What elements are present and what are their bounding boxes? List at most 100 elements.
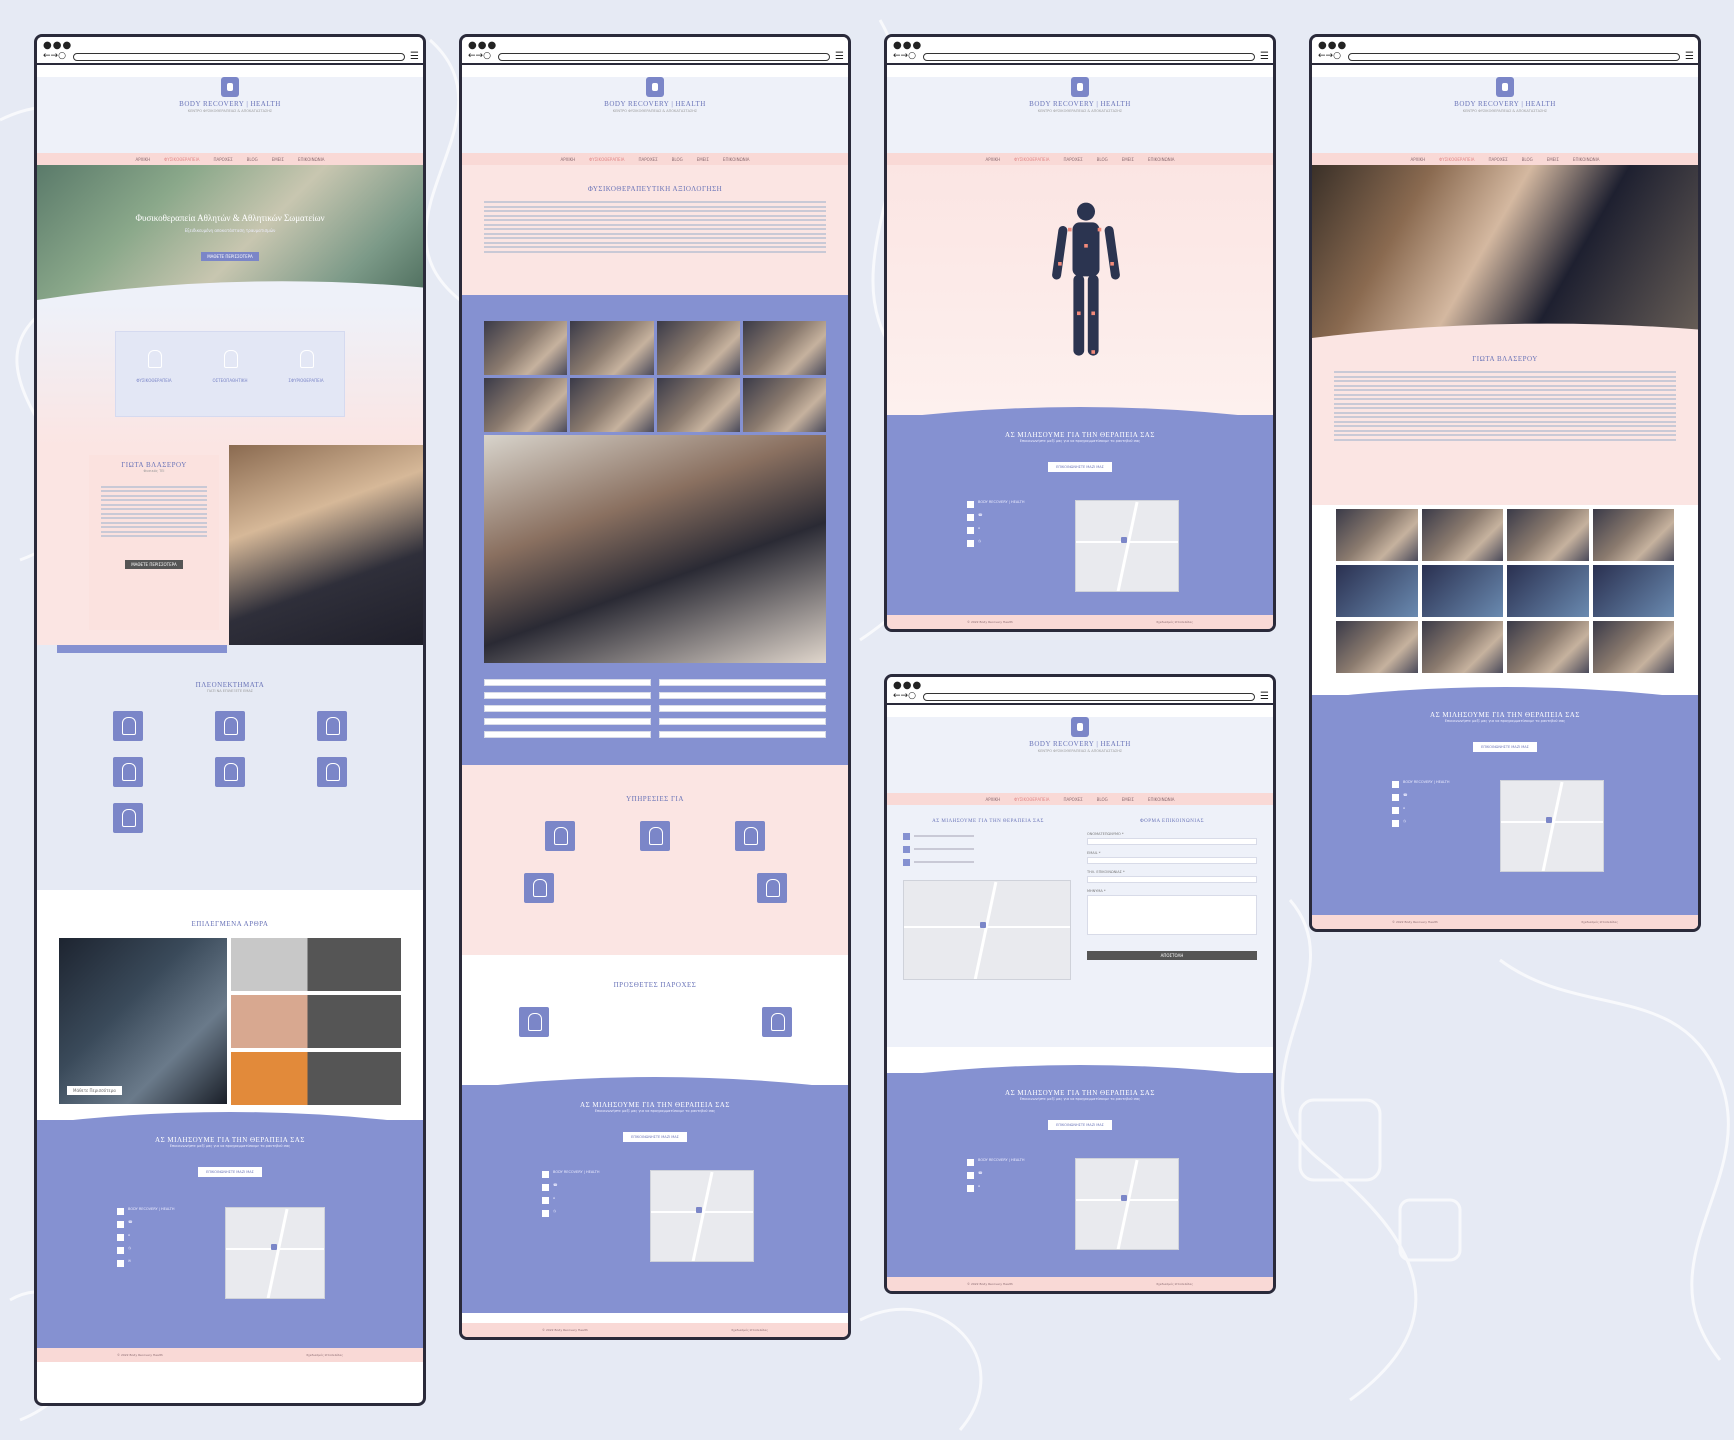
address-bar[interactable] bbox=[923, 53, 1255, 61]
gallery-image[interactable] bbox=[570, 321, 654, 375]
contact-button[interactable]: ΕΠΙΚΟΙΝΩΝΗΣΤΕ ΜΑΖΙ ΜΑΣ bbox=[623, 1132, 687, 1142]
accordion-item[interactable] bbox=[484, 705, 651, 712]
nav-item-home[interactable]: ΑΡΧΙΚΗ bbox=[560, 157, 575, 162]
contact-button[interactable]: ΕΠΙΚΟΙΝΩΝΗΣΤΕ ΜΑΖΙ ΜΑΣ bbox=[1473, 742, 1537, 752]
accordion-item[interactable] bbox=[659, 679, 826, 686]
email-field[interactable] bbox=[1087, 857, 1257, 864]
nav-item-blog[interactable]: BLOG bbox=[1097, 157, 1108, 162]
nav-item-about[interactable]: ΕΜΕΙΣ bbox=[697, 157, 709, 162]
gallery-image[interactable] bbox=[1421, 565, 1503, 617]
location-map[interactable] bbox=[1075, 1158, 1179, 1250]
menu-icon[interactable]: ☰ bbox=[410, 51, 419, 62]
nav-item-physio[interactable]: ΦΥΣΙΚΟΘΕΡΑΠΕΙΑ bbox=[1439, 157, 1474, 162]
menu-icon[interactable]: ☰ bbox=[1260, 51, 1269, 62]
gallery-image[interactable] bbox=[1336, 509, 1418, 561]
address-bar[interactable] bbox=[1348, 53, 1680, 61]
gallery-image[interactable] bbox=[1592, 565, 1674, 617]
nav-item-services[interactable]: ΠΑΡΟΧΕΣ bbox=[1064, 157, 1083, 162]
nav-item-about[interactable]: ΕΜΕΙΣ bbox=[1122, 797, 1134, 802]
nav-item-blog[interactable]: BLOG bbox=[247, 157, 258, 162]
nav-arrows-icon[interactable]: ←→○ bbox=[893, 691, 916, 701]
contact-button[interactable]: ΕΠΙΚΟΙΝΩΝΗΣΤΕ ΜΑΖΙ ΜΑΣ bbox=[1048, 462, 1112, 472]
logo-icon[interactable] bbox=[221, 77, 239, 97]
gallery-image[interactable] bbox=[1507, 509, 1589, 561]
map-pin-icon[interactable] bbox=[980, 922, 986, 928]
contact-button[interactable]: ΕΠΙΚΟΙΝΩΝΗΣΤΕ ΜΑΖΙ ΜΑΣ bbox=[1048, 1120, 1112, 1130]
location-map[interactable] bbox=[903, 880, 1071, 980]
footer-credit[interactable]: Σχεδιασμός Ιστοσελίδας bbox=[1156, 620, 1193, 624]
menu-icon[interactable]: ☰ bbox=[1260, 691, 1269, 702]
nav-item-physio[interactable]: ΦΥΣΙΚΟΘΕΡΑΠΕΙΑ bbox=[164, 157, 199, 162]
footer-credit[interactable]: Σχεδιασμός Ιστοσελίδας bbox=[731, 1328, 768, 1332]
nav-arrows-icon[interactable]: ←→○ bbox=[893, 51, 916, 61]
service-card-osteo[interactable]: ΟΣΤΕΟΠΑΘΗΤΙΚΗ bbox=[200, 344, 260, 416]
logo-icon[interactable] bbox=[1071, 77, 1089, 97]
nav-item-contact[interactable]: ΕΠΙΚΟΙΝΩΝΙΑ bbox=[1148, 797, 1175, 802]
gallery-image[interactable] bbox=[1421, 509, 1503, 561]
article-item[interactable] bbox=[231, 1052, 401, 1105]
gallery-image[interactable] bbox=[742, 378, 826, 432]
service-card-sport[interactable]: ΣΦΥΡΙΟΘΕΡΑΠΕΙΑ bbox=[276, 344, 336, 416]
location-map[interactable] bbox=[1500, 780, 1604, 872]
article-item[interactable] bbox=[231, 938, 401, 991]
nav-arrows-icon[interactable]: ←→○ bbox=[468, 51, 491, 61]
nav-item-contact[interactable]: ΕΠΙΚΟΙΝΩΝΙΑ bbox=[723, 157, 750, 162]
gallery-image[interactable] bbox=[1507, 621, 1589, 673]
accordion-item[interactable] bbox=[659, 731, 826, 738]
gallery-image[interactable] bbox=[484, 378, 568, 432]
gallery-feature-image[interactable] bbox=[484, 435, 826, 663]
address-bar[interactable] bbox=[498, 53, 830, 61]
accordion-item[interactable] bbox=[659, 718, 826, 725]
logo-icon[interactable] bbox=[1071, 717, 1089, 737]
phone-field[interactable] bbox=[1087, 876, 1257, 883]
hero-button[interactable]: ΜΑΘΕΤΕ ΠΕΡΙΣΣΟΤΕΡΑ bbox=[201, 252, 259, 261]
gallery-image[interactable] bbox=[1336, 565, 1418, 617]
address-bar[interactable] bbox=[73, 53, 405, 61]
nav-item-home[interactable]: ΑΡΧΙΚΗ bbox=[985, 797, 1000, 802]
gallery-image[interactable] bbox=[1336, 621, 1418, 673]
nav-item-services[interactable]: ΠΑΡΟΧΕΣ bbox=[214, 157, 233, 162]
accordion-item[interactable] bbox=[484, 679, 651, 686]
location-map[interactable] bbox=[1075, 500, 1179, 592]
address-bar[interactable] bbox=[923, 693, 1255, 701]
nav-item-about[interactable]: ΕΜΕΙΣ bbox=[1122, 157, 1134, 162]
nav-item-services[interactable]: ΠΑΡΟΧΕΣ bbox=[1489, 157, 1508, 162]
article-feature[interactable]: Μάθετε Περισσότερα bbox=[59, 938, 227, 1104]
nav-item-blog[interactable]: BLOG bbox=[1097, 797, 1108, 802]
gallery-image[interactable] bbox=[484, 321, 568, 375]
gallery-image[interactable] bbox=[1592, 509, 1674, 561]
gallery-image[interactable] bbox=[570, 378, 654, 432]
nav-item-contact[interactable]: ΕΠΙΚΟΙΝΩΝΙΑ bbox=[1148, 157, 1175, 162]
name-field[interactable] bbox=[1087, 838, 1257, 845]
gallery-image[interactable] bbox=[1507, 565, 1589, 617]
about-button[interactable]: ΜΑΘΕΤΕ ΠΕΡΙΣΣΟΤΕΡΑ bbox=[125, 560, 183, 569]
footer-credit[interactable]: Σχεδιασμός Ιστοσελίδας bbox=[306, 1353, 343, 1357]
gallery-image[interactable] bbox=[656, 321, 740, 375]
nav-item-about[interactable]: ΕΜΕΙΣ bbox=[1547, 157, 1559, 162]
map-pin-icon[interactable] bbox=[271, 1244, 277, 1250]
gallery-image[interactable] bbox=[1592, 621, 1674, 673]
menu-icon[interactable]: ☰ bbox=[835, 51, 844, 62]
nav-item-physio[interactable]: ΦΥΣΙΚΟΘΕΡΑΠΕΙΑ bbox=[1014, 797, 1049, 802]
service-card-physio[interactable]: ΦΥΣΙΚΟΘΕΡΑΠΕΙΑ bbox=[124, 344, 184, 416]
nav-item-home[interactable]: ΑΡΧΙΚΗ bbox=[135, 157, 150, 162]
logo-icon[interactable] bbox=[1496, 77, 1514, 97]
article-item[interactable] bbox=[231, 995, 401, 1048]
nav-item-about[interactable]: ΕΜΕΙΣ bbox=[272, 157, 284, 162]
read-more-button[interactable]: Μάθετε Περισσότερα bbox=[67, 1086, 122, 1095]
map-pin-icon[interactable] bbox=[1121, 1195, 1127, 1201]
footer-credit[interactable]: Σχεδιασμός Ιστοσελίδας bbox=[1581, 920, 1618, 924]
nav-item-home[interactable]: ΑΡΧΙΚΗ bbox=[985, 157, 1000, 162]
menu-icon[interactable]: ☰ bbox=[1685, 51, 1694, 62]
gallery-image[interactable] bbox=[742, 321, 826, 375]
submit-button[interactable]: ΑΠΟΣΤΟΛΗ bbox=[1087, 951, 1257, 960]
map-pin-icon[interactable] bbox=[1121, 537, 1127, 543]
nav-item-physio[interactable]: ΦΥΣΙΚΟΘΕΡΑΠΕΙΑ bbox=[1014, 157, 1049, 162]
accordion-item[interactable] bbox=[659, 705, 826, 712]
nav-arrows-icon[interactable]: ←→○ bbox=[43, 51, 66, 61]
nav-item-physio[interactable]: ΦΥΣΙΚΟΘΕΡΑΠΕΙΑ bbox=[589, 157, 624, 162]
location-map[interactable] bbox=[225, 1207, 325, 1299]
nav-item-blog[interactable]: BLOG bbox=[672, 157, 683, 162]
map-pin-icon[interactable] bbox=[1546, 817, 1552, 823]
gallery-image[interactable] bbox=[656, 378, 740, 432]
